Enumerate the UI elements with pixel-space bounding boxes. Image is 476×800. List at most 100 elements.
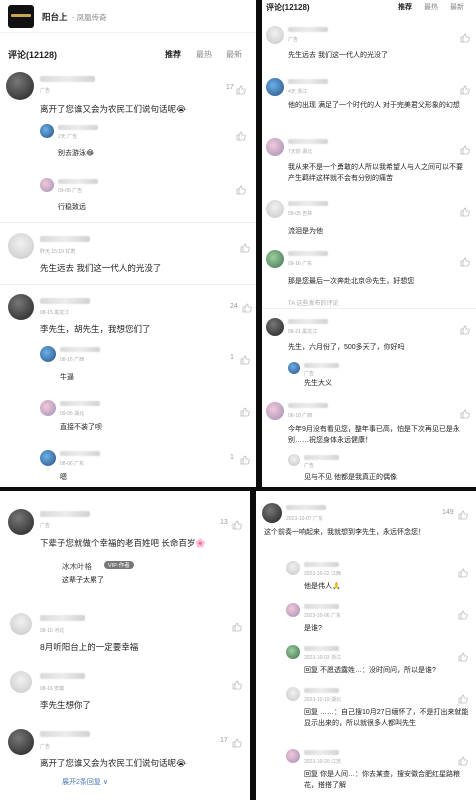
username-blurred (58, 179, 98, 184)
reply-text: 他是伟人🙏 (304, 583, 341, 590)
thumbs-up-icon[interactable] (232, 517, 242, 530)
thumbs-up-icon[interactable] (236, 82, 246, 95)
avatar[interactable] (288, 454, 300, 466)
avatar[interactable] (286, 687, 300, 701)
comment-panel-bottom-left: 广告 13 下辈子您就做个幸福的老百姓吧 长命百岁🌸 冰木叶格 VIP·作者 这… (0, 491, 250, 800)
username-blurred (304, 646, 339, 651)
reply-author[interactable]: 冰木叶格 (62, 561, 92, 572)
comment-meta: 广告 (40, 88, 51, 94)
username-blurred (304, 562, 339, 567)
comment-meta: 08-16 安徽 (40, 686, 65, 692)
reply-meta: 2023-10-19 湖北 (304, 697, 341, 703)
avatar[interactable] (286, 645, 300, 659)
thumbs-up-icon[interactable] (460, 142, 470, 155)
comment-text: 李先生，胡先生，我想您们了 (40, 324, 151, 334)
thumbs-up-icon[interactable] (458, 691, 468, 704)
avatar[interactable] (286, 561, 300, 575)
avatar[interactable] (40, 124, 54, 138)
sort-new-tab[interactable]: 最新 (450, 2, 464, 12)
related-comments-label[interactable]: TA 这些发布的评论 (288, 298, 339, 307)
divider (0, 284, 256, 285)
username-blurred (40, 615, 85, 621)
thumbs-up-icon[interactable] (236, 182, 246, 195)
avatar[interactable] (288, 362, 300, 374)
thumbs-up-icon[interactable] (458, 753, 468, 766)
thumbs-up-icon[interactable] (240, 404, 250, 417)
thumbs-up-icon[interactable] (460, 204, 470, 217)
thumbs-up-icon[interactable] (458, 507, 468, 520)
like-count: 1 (230, 354, 234, 361)
comment-meta: 09-05 吉林 (288, 211, 313, 217)
thumbs-up-icon[interactable] (460, 254, 470, 267)
song-header[interactable]: 阳台上 - 凤凰传奇 (0, 0, 256, 33)
sort-new-tab[interactable]: 最新 (226, 49, 242, 60)
thumbs-up-icon[interactable] (242, 300, 252, 313)
sort-recommend-tab[interactable]: 推荐 (398, 2, 412, 12)
sort-recommend-tab[interactable]: 推荐 (165, 49, 181, 60)
thumbs-up-icon[interactable] (460, 82, 470, 95)
username-blurred (304, 604, 339, 609)
avatar[interactable] (8, 729, 34, 755)
username-blurred (60, 401, 100, 406)
expand-replies-link[interactable]: 展开2条回复 ∨ (62, 777, 108, 787)
reply-meta: 08-06 广东 (60, 461, 85, 467)
avatar[interactable] (286, 603, 300, 617)
comment-text: 今年9月没有看见您，整年事已高，怕是下次再见已是永别……祝您身体永远健康！ (288, 426, 460, 444)
comment-text: 下辈子您就做个幸福的老百姓吧 长命百岁🌸 (40, 538, 206, 548)
comment-text: 这个前奏一响起来，我就想到李先生，永远怀念您！ (264, 529, 425, 536)
comment-meta: 08-15 黑龙江 (40, 310, 70, 316)
username-blurred (40, 511, 90, 517)
reply-meta: 广告 (304, 463, 315, 469)
thumbs-up-icon[interactable] (240, 240, 250, 253)
avatar[interactable] (266, 402, 284, 420)
like-count: 17 (220, 737, 228, 744)
avatar[interactable] (40, 178, 54, 192)
avatar[interactable] (266, 26, 284, 44)
username-blurred (40, 673, 85, 679)
username-blurred (304, 750, 339, 755)
avatar[interactable] (262, 503, 282, 523)
reply-text: 直接不装了呗 (60, 424, 102, 431)
thumbs-up-icon[interactable] (460, 406, 470, 419)
thumbs-up-icon[interactable] (458, 607, 468, 620)
avatar[interactable] (266, 138, 284, 156)
divider (262, 308, 476, 309)
thumbs-up-icon[interactable] (458, 649, 468, 662)
avatar[interactable] (10, 671, 32, 693)
comment-text: 离开了您谁又会为农民工们说句话呢😭 (40, 758, 186, 768)
comment-meta: 广告 (40, 523, 51, 529)
reply-text: 回复 ……：自己搜10月27日缅怀了，不是打出来就能显示出来的，所以就很多人都叫… (304, 709, 469, 727)
author-badge: VIP·作者 (104, 561, 134, 569)
avatar[interactable] (266, 250, 284, 268)
reply-text: 别去游泳😂 (58, 150, 95, 157)
avatar[interactable] (8, 294, 34, 320)
avatar[interactable] (8, 233, 34, 259)
thumbs-up-icon[interactable] (236, 128, 246, 141)
avatar[interactable] (40, 450, 56, 466)
comment-panel-top-right: 评论(12128) 推荐 最热 最新 广告 先生远去 我们这一代人的光没了 4天… (262, 0, 476, 487)
avatar[interactable] (266, 318, 284, 336)
like-count: 24 (230, 303, 238, 310)
avatar[interactable] (266, 200, 284, 218)
thumbs-up-icon[interactable] (240, 352, 250, 365)
avatar[interactable] (266, 78, 284, 96)
thumbs-up-icon[interactable] (458, 565, 468, 578)
thumbs-up-icon[interactable] (232, 619, 242, 632)
avatar[interactable] (10, 613, 32, 635)
avatar[interactable] (40, 400, 56, 416)
thumbs-up-icon[interactable] (460, 30, 470, 43)
thumbs-up-icon[interactable] (460, 322, 470, 335)
thumbs-up-icon[interactable] (232, 735, 242, 748)
username-blurred (288, 251, 328, 256)
sort-hot-tab[interactable]: 最热 (424, 2, 438, 12)
avatar[interactable] (40, 346, 56, 362)
thumbs-up-icon[interactable] (240, 452, 250, 465)
comment-meta: 08-21 黑龙江 (288, 329, 318, 335)
avatar[interactable] (286, 749, 300, 763)
thumbs-up-icon[interactable] (232, 677, 242, 690)
avatar[interactable] (6, 72, 34, 100)
username-blurred (288, 319, 328, 324)
avatar[interactable] (8, 509, 34, 535)
sort-hot-tab[interactable]: 最热 (196, 49, 212, 60)
username-blurred (58, 125, 98, 130)
